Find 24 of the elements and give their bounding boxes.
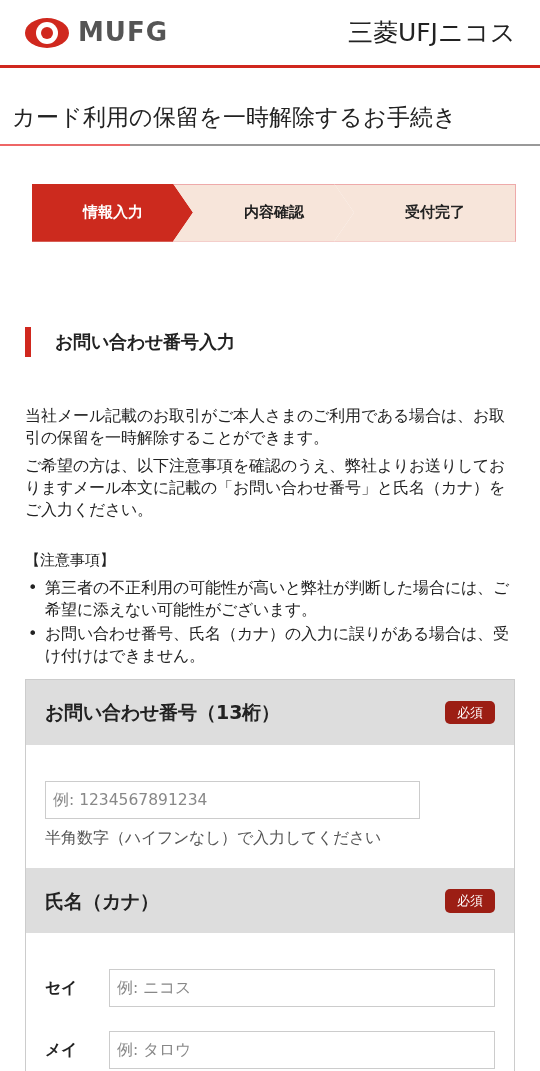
bullet: • xyxy=(28,577,38,600)
accent-bar xyxy=(25,326,31,357)
logo-text: MUFG xyxy=(78,16,169,49)
logo-icon xyxy=(24,16,70,49)
field-label: メイ xyxy=(45,1039,78,1062)
note-item: 第三者の不正利用の可能性が高いと弊社が判断した場合には、ご希望に添えない可能性がございます。 xyxy=(45,577,511,622)
hint-text: 半角数字（ハイフンなし）で入力してください xyxy=(45,828,382,850)
paragraph: ご希望の方は、以下注意事項を確認のうえ、弊社よりお送りしておりますメール本文に記載の「お問い合わせ番号」と氏名（カナ）をご入力ください。 xyxy=(25,454,506,521)
page-title: カード利用の保留を一時解除するお手続き xyxy=(11,103,458,132)
input-field[interactable]: 例: ニコス xyxy=(108,969,495,1008)
paragraph: 当社メール記載のお取引がご本人さまのご利用である場合は、お取引の保留を一時解除することができます。 xyxy=(25,404,506,449)
field-label: セイ xyxy=(45,977,78,1000)
field-label: 氏名（カナ） xyxy=(45,888,159,914)
bullet: • xyxy=(28,623,38,646)
field-label: お問い合わせ番号（13桁） xyxy=(45,700,281,726)
notes-title: 【注意事項】 xyxy=(25,549,116,571)
input-field[interactable]: 例: 1234567891234 xyxy=(45,781,420,820)
brand-name: 三菱UFJニコス xyxy=(347,16,516,49)
progress-step: 受付完了 xyxy=(334,183,516,242)
input-field[interactable]: 例: タロウ xyxy=(108,1031,495,1070)
section-title: お問い合わせ番号入力 xyxy=(55,330,235,353)
note-item: お問い合わせ番号、氏名（カナ）の入力に誤りがある場合は、受け付けはできません。 xyxy=(45,623,511,668)
required-tag: 必須 xyxy=(445,889,495,913)
required-tag: 必須 xyxy=(445,700,495,725)
